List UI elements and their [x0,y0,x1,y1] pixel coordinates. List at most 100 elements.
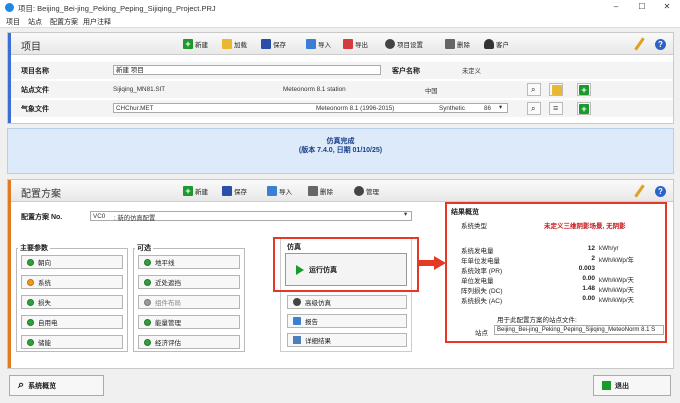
exit-button[interactable]: 退出 [593,375,671,396]
minimize-icon[interactable]: – [606,1,626,13]
meteo-search-button[interactable]: ⌕ [527,102,541,115]
accent-bar [8,180,11,368]
status-dot-green [144,258,151,266]
menu-site[interactable]: 站点 [28,17,42,27]
new-variant-button[interactable]: + 新建 [183,184,208,198]
result-label: 单位发电量 [461,278,494,285]
project-header: 项目 + 新建 加载 保存 导入 导出 项目设置 删除 客户 ? [11,33,673,55]
plus-icon: + [183,186,193,196]
magnifier-icon: ⌕ [18,379,25,391]
help-icon[interactable]: ? [655,39,666,50]
orientation-button[interactable]: 朝向 [21,255,123,269]
meteo-database-button[interactable]: ≡ [549,102,563,115]
system-type-label: 系统类型 [461,223,487,230]
site-note: 用于此配置方案的站点文件: [497,317,577,324]
site-new-button[interactable]: + [577,83,591,96]
window-title: 项目: Beijing_Bei-jing_Peking_Peping_Sijiq… [18,4,216,13]
client-button[interactable]: 客户 [484,37,509,51]
save-icon [261,39,271,49]
client-name-label: 客户名称 [392,68,420,75]
variant-number-label: 配置方案 No. [21,214,63,221]
maximize-icon[interactable]: ☐ [632,1,652,13]
economic-evaluation-button[interactable]: 经济评估 [138,335,240,349]
meteo-type: Synthetic [439,105,465,112]
report-button[interactable]: 报告 [287,314,407,328]
menu-project[interactable]: 项目 [6,17,20,27]
close-icon[interactable]: ✕ [657,1,677,13]
project-name-input[interactable]: 新建 项目 [113,65,381,75]
result-label: 年单位发电量 [461,258,500,265]
status-dot-green [27,258,34,266]
meteo-file-row: 气象文件 CHChur.MET Meteonorm 8.1 (1996-2015… [11,100,673,117]
import-icon [267,186,277,196]
main-parameters-label: 主要参数 [18,243,50,253]
database-icon: ≡ [553,103,559,113]
status-dot-gray [144,298,151,306]
horizon-button[interactable]: 地平线 [138,255,240,269]
chevron-down-icon[interactable]: ▾ [499,104,502,111]
help-icon[interactable]: ? [655,186,666,197]
results-title: 结果概览 [451,209,479,216]
result-value: 1.48 [582,285,595,292]
pencil-icon[interactable] [634,184,645,198]
folder-icon [552,85,562,95]
project-section-title: 项目 [21,42,41,53]
user-icon [484,39,494,49]
play-icon [296,264,304,275]
run-simulation-button[interactable]: 运行仿真 [285,253,407,286]
detailed-results-button[interactable]: 详细结果 [287,333,407,347]
result-unit: kWh/kWp/天 [599,287,634,294]
project-name-row: 项目名称 新建 项目 客户名称 未定义 [11,62,673,79]
save-icon [222,186,232,196]
result-unit: kWh/kWp/年 [599,257,634,264]
result-label: 系统发电量 [461,248,494,255]
menu-variant[interactable]: 配置方案 [50,17,78,27]
manage-variant-button[interactable]: 管理 [354,184,379,198]
results-overview-panel: 结果概览 系统类型 未定义三维阴影场景, 无阴影 系统发电量 12 kWh/yr… [445,202,667,343]
system-button[interactable]: 系统 [21,275,123,289]
export-icon [343,39,353,49]
project-settings-button[interactable]: 项目设置 [385,37,423,51]
site-search-button[interactable]: ⌕ [527,83,541,96]
result-value: 0.003 [578,265,595,272]
status-dot-green [27,318,34,326]
pencil-icon[interactable] [634,37,645,51]
system-type-value: 未定义三维阴影场景, 无阴影 [544,223,626,230]
delete-variant-button[interactable]: 删除 [308,184,333,198]
near-shadings-button[interactable]: 近处遮挡 [138,275,240,289]
meteo-file-name: CHChur.MET [116,105,154,112]
magnifier-icon: ⌕ [531,104,536,113]
result-unit: kWh/yr [599,245,619,252]
site-open-button[interactable] [549,83,563,96]
import-project-button[interactable]: 导入 [306,37,331,51]
result-label: 系统效率 (PR) [461,268,503,275]
module-layout-button[interactable]: 组件布局 [138,295,240,309]
energy-management-button[interactable]: 能量管理 [138,315,240,329]
client-name-value: 未定义 [462,68,481,75]
chevron-down-icon[interactable]: ▾ [404,211,407,218]
plus-icon: + [183,39,193,49]
storage-button[interactable]: 储能 [21,335,123,349]
meteo-new-button[interactable]: + [577,102,591,115]
save-variant-button[interactable]: 保存 [222,184,247,198]
new-project-button[interactable]: + 新建 [183,37,208,51]
project-panel: 项目 + 新建 加载 保存 导入 导出 项目设置 删除 客户 ? 项目名称 新建 … [7,32,674,124]
variant-panel: 配置方案 + 新建 保存 导入 删除 管理 ? 配置方案 No. VC0 : 新的… [7,179,674,369]
menu-user-notes[interactable]: 用户注释 [83,17,111,27]
delete-project-button[interactable]: 删除 [445,37,470,51]
load-project-button[interactable]: 加载 [222,37,247,51]
advanced-simulation-button[interactable]: 高级仿真 [287,295,407,309]
import-variant-button[interactable]: 导入 [267,184,292,198]
save-project-button[interactable]: 保存 [261,37,286,51]
result-label: 系统损失 (AC) [461,298,503,305]
system-overview-button[interactable]: ⌕ 系统概览 [9,375,104,396]
import-icon [306,39,316,49]
status-dot-green [27,298,34,306]
results-site-field[interactable]: Beijing_Bei-jing_Peking_Peping_Sijiqing_… [494,325,664,335]
status-dot-green [144,338,151,346]
export-project-button[interactable]: 导出 [343,37,368,51]
losses-button[interactable]: 损失 [21,295,123,309]
variant-header: 配置方案 + 新建 保存 导入 删除 管理 ? [11,180,673,202]
chart-icon [293,336,301,344]
self-consumption-button[interactable]: 自用电 [21,315,123,329]
